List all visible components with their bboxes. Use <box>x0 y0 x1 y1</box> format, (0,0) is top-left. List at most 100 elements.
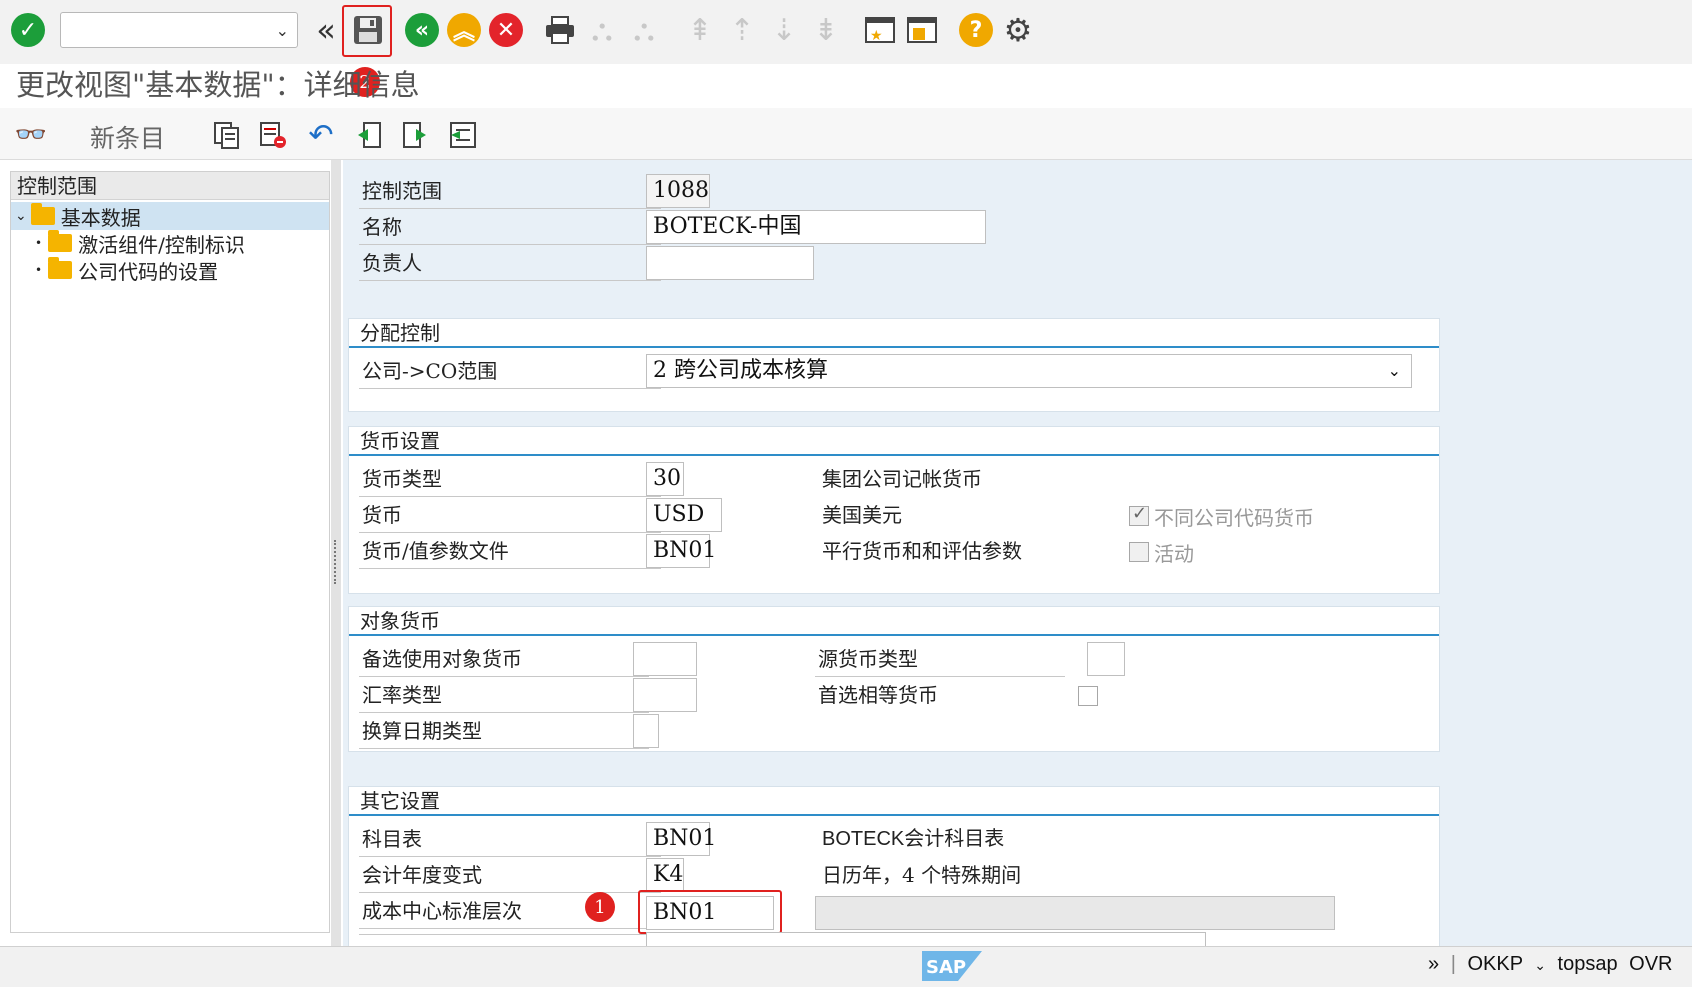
fiscal-year-variant-label: 会计年度变式 <box>362 863 482 887</box>
currency-type-description: 集团公司记帐货币 <box>822 467 982 491</box>
translation-date-type-field[interactable] <box>633 714 659 748</box>
copy-icon <box>214 122 239 149</box>
checkmark-icon: ✓ <box>11 13 45 47</box>
select-block-icon <box>450 122 476 148</box>
currency-description: 美国美元 <box>822 503 902 527</box>
tree-item-company-code-assignment[interactable]: • 公司代码的设置 <box>11 256 218 284</box>
currency-field[interactable]: USD <box>646 498 722 532</box>
company-co-area-select[interactable]: 2 跨公司成本核算 ⌄ <box>646 354 1412 388</box>
status-nav-button[interactable]: » <box>1428 953 1439 975</box>
find-next-button[interactable]: ⛬ <box>624 10 664 50</box>
last-page-icon: ⇟ <box>813 12 839 48</box>
exchange-rate-type-label: 汇率类型 <box>362 683 442 707</box>
name-field[interactable]: BOTECK-中国 <box>646 210 986 244</box>
source-currency-type-label: 源货币类型 <box>818 647 918 671</box>
tree-item-label: 激活组件/控制标识 <box>78 232 245 257</box>
currency-type-field[interactable]: 30 <box>646 462 684 496</box>
preferred-equiv-currency-label: 首选相等货币 <box>818 683 938 707</box>
next-page-icon: ⇣ <box>771 12 797 48</box>
label-underline <box>359 244 661 245</box>
cancel-button[interactable]: ✕ <box>486 10 526 50</box>
chevron-down-icon: ⌄ <box>1387 361 1401 380</box>
print-button[interactable] <box>540 10 580 50</box>
first-page-button[interactable]: ⇞ <box>680 10 720 50</box>
currency-settings-title: 货币设置 <box>360 429 440 453</box>
group-divider <box>349 454 1439 456</box>
alt-obj-currency-field[interactable] <box>633 642 697 676</box>
settings-button[interactable]: ⚙ <box>998 10 1038 50</box>
cancel-icon: ✕ <box>489 13 523 47</box>
sap-logo-text: SAP <box>926 957 966 978</box>
person-responsible-field[interactable] <box>646 246 814 280</box>
previous-entry-icon <box>358 122 381 148</box>
active-checkbox[interactable] <box>1129 542 1149 562</box>
delete-icon <box>260 122 286 148</box>
view-toolbar: 👓 新条目 ↶ <box>0 108 1692 160</box>
chart-of-accounts-description: BOTECK会计科目表 <box>822 828 1005 850</box>
tree-item-activate-components[interactable]: • 激活组件/控制标识 <box>11 229 245 257</box>
back-button[interactable]: « <box>402 10 442 50</box>
controlling-area-field[interactable]: 1088 <box>646 174 710 208</box>
label-underline <box>359 934 661 935</box>
shortcut-button[interactable] <box>902 10 942 50</box>
label-underline <box>359 208 661 209</box>
source-currency-type-field[interactable] <box>1087 642 1125 676</box>
label-underline <box>359 856 661 857</box>
help-button[interactable]: ? <box>956 10 996 50</box>
select-all-button[interactable] <box>444 116 482 154</box>
system-info: » | OKKP ⌄ topsap OVR <box>1428 953 1673 976</box>
next-entry-button[interactable] <box>396 116 434 154</box>
group-divider <box>349 814 1439 816</box>
fiscal-year-variant-field[interactable]: K4 <box>646 858 684 892</box>
exchange-rate-type-field[interactable] <box>633 678 697 712</box>
copy-button[interactable] <box>208 116 246 154</box>
label-underline <box>815 676 1065 677</box>
tree-item-basic-data[interactable]: ⌄ 基本数据 <box>11 202 329 230</box>
display-change-button[interactable]: 👓 <box>12 116 50 154</box>
svg-text:★: ★ <box>870 28 883 44</box>
system-name: topsap <box>1557 953 1618 975</box>
gear-icon: ⚙ <box>1003 11 1033 49</box>
enter-button[interactable]: ✓ <box>8 10 48 50</box>
pane-splitter[interactable] <box>331 160 341 946</box>
status-divider: | <box>1450 953 1456 975</box>
create-session-button[interactable]: ★ <box>860 10 900 50</box>
last-page-button[interactable]: ⇟ <box>806 10 846 50</box>
curr-val-profile-field[interactable]: BN01 <box>646 534 716 568</box>
system-info-dropdown-icon[interactable]: ⌄ <box>1534 958 1546 974</box>
undo-icon: ↶ <box>308 117 334 153</box>
group-divider <box>349 634 1439 636</box>
fiscal-year-variant-description: 日历年，4 个特殊期间 <box>822 863 1022 887</box>
partially-visible-field[interactable] <box>646 932 1206 946</box>
object-currency-title: 对象货币 <box>360 609 440 633</box>
undo-button[interactable]: ↶ <box>302 116 340 154</box>
delete-button[interactable] <box>254 116 292 154</box>
chart-of-accounts-field[interactable]: BN01 <box>646 822 716 856</box>
first-page-icon: ⇞ <box>687 12 713 48</box>
tree-item-label: 基本数据 <box>60 205 141 230</box>
controlling-area-label: 控制范围 <box>362 179 442 203</box>
previous-entry-button[interactable] <box>350 116 388 154</box>
preferred-equiv-currency-checkbox[interactable] <box>1078 686 1098 706</box>
status-bar: SAP » | OKKP ⌄ topsap OVR <box>0 946 1692 987</box>
input-mode: OVR <box>1629 953 1673 975</box>
exit-button[interactable]: ︽ <box>444 10 484 50</box>
save-highlight-box <box>342 5 392 57</box>
detail-form: 控制范围 1088 名称 BOTECK-中国 负责人 分配控制 公司->CO范围… <box>343 160 1692 946</box>
sap-logo: SAP <box>922 951 982 981</box>
other-settings-title: 其它设置 <box>360 789 440 813</box>
cost-center-callout-badge: 1 <box>585 892 615 922</box>
currency-label: 货币 <box>362 503 402 527</box>
new-window-icon: ★ <box>865 17 895 44</box>
new-entries-button[interactable]: 新条目 <box>90 119 165 155</box>
command-field[interactable]: ⌄ <box>60 12 298 48</box>
label-underline <box>359 496 661 497</box>
next-page-button[interactable]: ⇣ <box>764 10 804 50</box>
find-button[interactable]: ⛬ <box>582 10 622 50</box>
collapse-toolbar-button[interactable]: « <box>306 10 346 50</box>
expand-chevron-icon: ⌄ <box>15 208 27 224</box>
previous-page-button[interactable]: ⇡ <box>722 10 762 50</box>
chart-of-accounts-label: 科目表 <box>362 827 422 851</box>
alt-obj-currency-label: 备选使用对象货币 <box>362 647 522 671</box>
diff-cc-currency-checkbox[interactable] <box>1129 503 1149 526</box>
